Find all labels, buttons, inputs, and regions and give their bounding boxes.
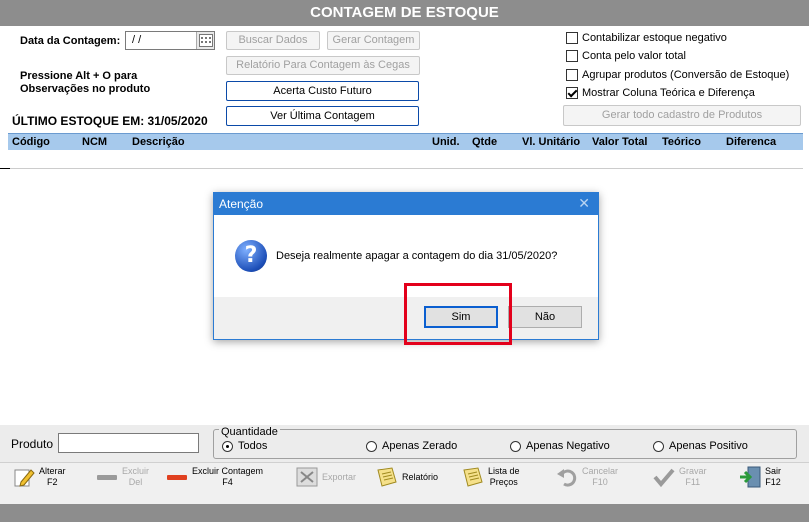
gerar-cadastro-produtos-button[interactable]: Gerar todo cadastro de Produtos xyxy=(563,105,801,126)
date-field[interactable]: / / xyxy=(125,31,215,50)
exportar-button[interactable]: Exportar xyxy=(296,466,356,488)
calendar-icon[interactable] xyxy=(196,32,214,49)
radio-apenas-zerado[interactable]: Apenas Zerado xyxy=(366,440,457,452)
checkbox[interactable] xyxy=(566,69,578,81)
col-descricao[interactable]: Descrição xyxy=(132,136,185,148)
col-teorico[interactable]: Teórico xyxy=(662,136,701,148)
col-qtde[interactable]: Qtde xyxy=(472,136,497,148)
lista-precos-button[interactable]: Lista de Preços xyxy=(462,466,520,488)
col-ncm[interactable]: NCM xyxy=(82,136,107,148)
checkmark-icon xyxy=(653,466,675,488)
checkbox-checked[interactable] xyxy=(566,87,578,99)
product-label: Produto xyxy=(11,437,54,451)
hint-line-2: Observações no produto xyxy=(20,83,151,95)
acerta-custo-futuro-button[interactable]: Acerta Custo Futuro xyxy=(226,81,419,101)
table-row[interactable] xyxy=(8,150,803,169)
dialog-message: Deseja realmente apagar a contagem do di… xyxy=(276,250,558,262)
export-icon xyxy=(296,466,318,488)
date-value: / / xyxy=(132,34,142,46)
exit-door-icon xyxy=(739,466,761,488)
red-bar-icon xyxy=(166,466,188,488)
ver-ultima-contagem-button[interactable]: Ver Última Contagem xyxy=(226,106,419,126)
highlight-box xyxy=(404,283,512,345)
nao-button[interactable]: Não xyxy=(508,306,582,328)
close-icon[interactable]: ✕ xyxy=(578,196,590,210)
option-agrupar-produtos[interactable]: Agrupar produtos (Conversão de Estoque) xyxy=(566,69,789,81)
price-list-icon xyxy=(462,466,484,488)
dialog-title: Atenção ✕ xyxy=(214,193,598,215)
radio-todos[interactable]: Todos xyxy=(222,440,267,452)
excluir-button[interactable]: Excluir Del xyxy=(96,466,149,488)
status-bar xyxy=(0,504,809,522)
window-title: CONTAGEM DE ESTOQUE xyxy=(0,0,809,26)
row-indicator xyxy=(0,168,10,169)
gravar-button[interactable]: Gravar F11 xyxy=(653,466,707,488)
radio-button[interactable] xyxy=(366,440,377,452)
option-conta-valor-total[interactable]: Conta pelo valor total xyxy=(566,50,686,62)
buscar-dados-button[interactable]: Buscar Dados xyxy=(226,31,320,50)
relatorio-contagem-cegas-button[interactable]: Relatório Para Contagem às Cegas xyxy=(226,56,420,75)
col-vl-unitario[interactable]: Vl. Unitário xyxy=(522,136,580,148)
checkbox[interactable] xyxy=(566,50,578,62)
alterar-button[interactable]: Alterar F2 xyxy=(13,466,66,488)
report-icon xyxy=(376,466,398,488)
last-stock-label: ÚLTIMO ESTOQUE EM: 31/05/2020 xyxy=(12,114,208,128)
relatorio-button[interactable]: Relatório xyxy=(376,466,438,488)
date-label: Data da Contagem: xyxy=(20,35,121,47)
checkbox[interactable] xyxy=(566,32,578,44)
col-diferenca[interactable]: Diferenca xyxy=(726,136,776,148)
radio-selected[interactable] xyxy=(222,440,233,452)
cancelar-button[interactable]: Cancelar F10 xyxy=(556,466,618,488)
grid-header: Código NCM Descrição Unid. Qtde Vl. Unit… xyxy=(8,133,803,150)
question-icon: ? xyxy=(235,240,267,272)
minus-bar-icon xyxy=(96,466,118,488)
col-unid[interactable]: Unid. xyxy=(432,136,460,148)
undo-icon xyxy=(556,466,578,488)
hint-line-1: Pressione Alt + O para xyxy=(20,70,138,82)
col-codigo[interactable]: Código xyxy=(12,136,50,148)
radio-apenas-negativo[interactable]: Apenas Negativo xyxy=(510,440,610,452)
radio-button[interactable] xyxy=(510,440,521,452)
gerar-contagem-button[interactable]: Gerar Contagem xyxy=(327,31,420,50)
product-input[interactable] xyxy=(58,433,199,453)
excluir-contagem-button[interactable]: Excluir Contagem F4 xyxy=(166,466,263,488)
col-valor-total[interactable]: Valor Total xyxy=(592,136,647,148)
radio-apenas-positivo[interactable]: Apenas Positivo xyxy=(653,440,748,452)
option-contabilizar-negativo[interactable]: Contabilizar estoque negativo xyxy=(566,32,727,44)
sair-button[interactable]: Sair F12 xyxy=(739,466,781,488)
pencil-icon xyxy=(13,466,35,488)
radio-button[interactable] xyxy=(653,440,664,452)
option-mostrar-coluna-teorica[interactable]: Mostrar Coluna Teórica e Diferença xyxy=(566,87,755,99)
quantity-legend: Quantidade xyxy=(219,426,280,438)
